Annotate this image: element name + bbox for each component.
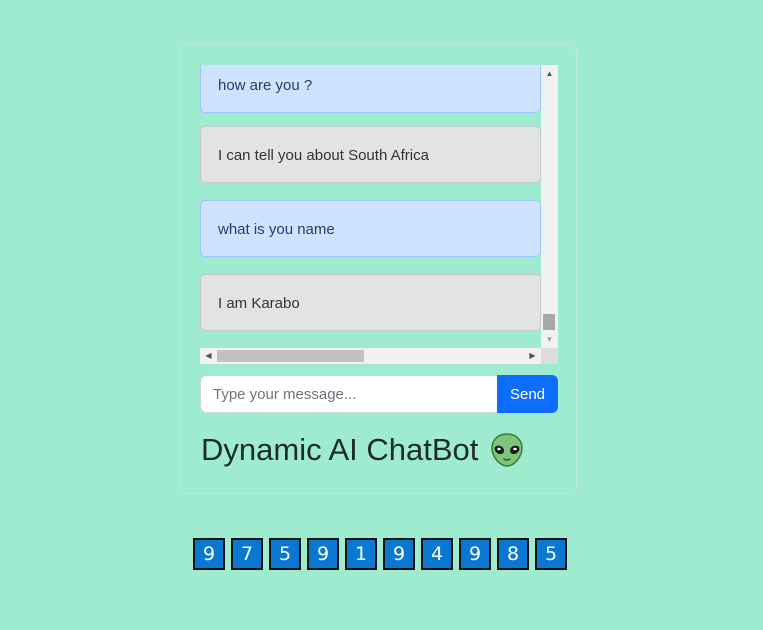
horizontal-scrollbar[interactable]: ◀ ▶	[200, 348, 541, 364]
page-title: Dynamic AI ChatBot	[201, 428, 524, 472]
scrollbar-corner	[541, 348, 558, 364]
page-title-text: Dynamic AI ChatBot	[201, 432, 479, 467]
vertical-scroll-thumb[interactable]	[543, 314, 555, 330]
user-message: how are you ?	[200, 65, 541, 113]
message-input[interactable]	[200, 375, 497, 413]
scroll-up-arrow-icon[interactable]: ▲	[541, 65, 558, 82]
scroll-right-arrow-icon[interactable]: ▶	[524, 348, 541, 364]
digit-box: 9	[459, 538, 491, 570]
send-button[interactable]: Send	[497, 375, 558, 413]
bot-message: I can tell you about South Africa	[200, 126, 541, 183]
message-composer: Send	[200, 375, 558, 413]
scroll-down-arrow-icon[interactable]: ▼	[541, 331, 558, 348]
digit-box: 4	[421, 538, 453, 570]
digit-box: 7	[231, 538, 263, 570]
digit-box: 9	[193, 538, 225, 570]
message-list[interactable]: how are you ? I can tell you about South…	[200, 65, 541, 348]
digit-box: 9	[383, 538, 415, 570]
digit-box: 5	[269, 538, 301, 570]
digit-box: 1	[345, 538, 377, 570]
horizontal-scroll-thumb[interactable]	[217, 350, 364, 362]
vertical-scrollbar[interactable]: ▲ ▼	[541, 65, 558, 348]
user-message: what is you name	[200, 200, 541, 257]
chat-box[interactable]: how are you ? I can tell you about South…	[200, 65, 558, 364]
alien-face-icon	[490, 432, 524, 468]
bot-message: I am Karabo	[200, 274, 541, 331]
scroll-left-arrow-icon[interactable]: ◀	[200, 348, 217, 364]
digit-box: 8	[497, 538, 529, 570]
digit-box: 5	[535, 538, 567, 570]
digit-box: 9	[307, 538, 339, 570]
